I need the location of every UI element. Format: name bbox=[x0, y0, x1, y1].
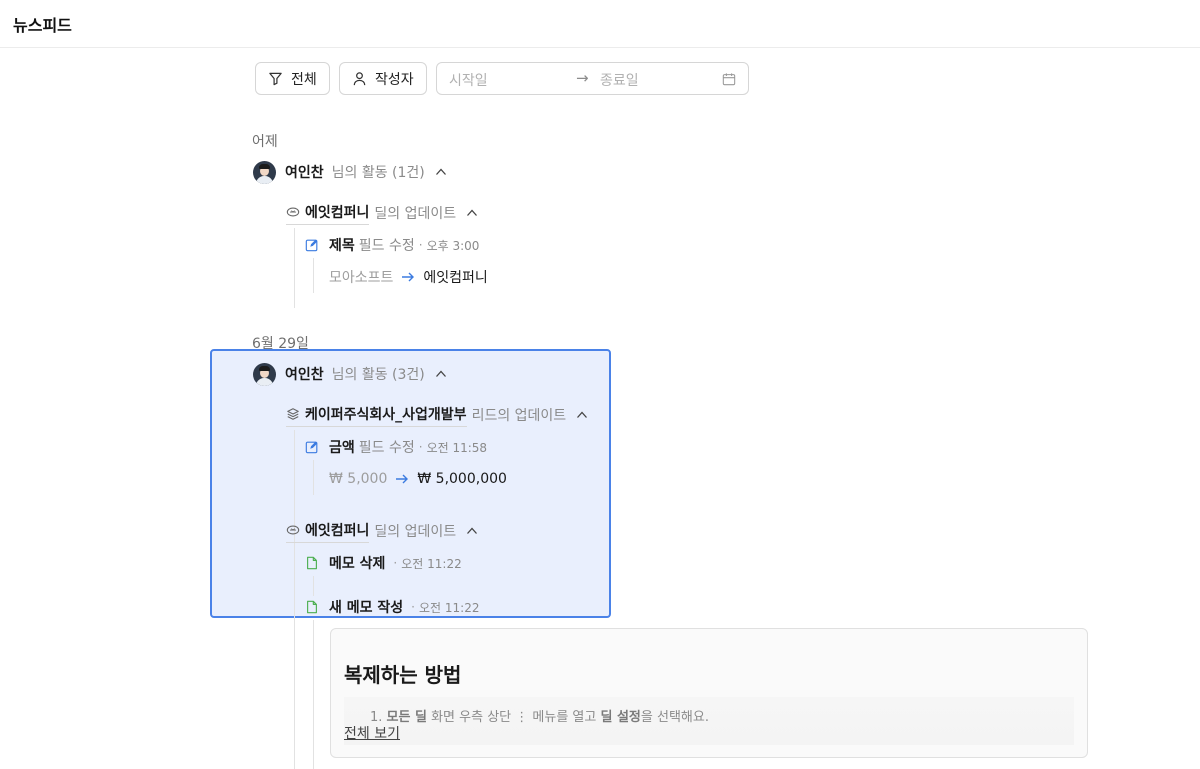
activity-field-name: 제목 bbox=[329, 238, 355, 254]
calendar-icon[interactable] bbox=[722, 72, 736, 86]
entity-name: 에잇컴퍼니 bbox=[305, 522, 370, 539]
arrow-right-icon bbox=[402, 272, 415, 282]
activity-item: 금액 필드 수정 · 오전 11:58 bbox=[305, 436, 487, 458]
activity-time: 오전 11:58 bbox=[426, 440, 488, 455]
memo-line: 1. 모든 딜 화면 우측 상단 ⋮ 메뉴를 열고 딜 설정을 선택해요. bbox=[370, 710, 709, 725]
arrow-right-icon bbox=[396, 474, 409, 484]
old-value: ₩ 5,000 bbox=[329, 471, 388, 487]
start-date-input[interactable]: 시작일 bbox=[449, 70, 488, 90]
edit-icon bbox=[305, 441, 318, 454]
filter-all-label: 전체 bbox=[291, 71, 317, 88]
separator-dot: · bbox=[418, 238, 423, 252]
end-date-input[interactable]: 종료일 bbox=[600, 70, 639, 90]
chevron-up-icon[interactable] bbox=[435, 166, 447, 178]
document-icon bbox=[307, 556, 317, 570]
layers-icon bbox=[287, 407, 299, 420]
user-name: 여인찬 bbox=[285, 165, 324, 181]
timeline-line bbox=[313, 576, 314, 596]
memo-title: 복제하는 방법 bbox=[344, 663, 462, 687]
timeline-line bbox=[313, 460, 314, 495]
person-icon bbox=[353, 72, 366, 86]
activity-item: 제목 필드 수정 · 오후 3:00 bbox=[305, 234, 479, 256]
entity-link[interactable]: 케이퍼주식회사_사업개발부 bbox=[286, 404, 467, 427]
entity-name: 에잇컴퍼니 bbox=[305, 204, 370, 221]
activity-item: 메모 삭제 · 오전 11:22 bbox=[305, 552, 462, 574]
avatar bbox=[253, 362, 276, 386]
entity-header[interactable]: 에잇컴퍼니 딜의 업데이트 bbox=[286, 519, 478, 543]
filter-all-button[interactable]: 전체 bbox=[255, 62, 330, 95]
activity-time: 오후 3:00 bbox=[426, 238, 480, 253]
date-range-picker[interactable]: 시작일 → 종료일 bbox=[436, 62, 749, 95]
handshake-icon bbox=[286, 207, 300, 216]
activity-field-name: 금액 bbox=[329, 440, 355, 456]
activity-time: 오전 11:22 bbox=[418, 600, 480, 615]
entity-name: 케이퍼주식회사_사업개발부 bbox=[305, 406, 467, 423]
chevron-up-icon[interactable] bbox=[466, 207, 478, 219]
entity-suffix: 리드의 업데이트 bbox=[471, 408, 567, 424]
user-activity-header[interactable]: 여인찬 님의 활동 (1건) bbox=[253, 160, 447, 184]
old-value: 모아소프트 bbox=[329, 270, 394, 286]
activity-name: 새 메모 작성 bbox=[329, 600, 404, 616]
entity-suffix: 딜의 업데이트 bbox=[374, 524, 457, 540]
arrow-right-icon: → bbox=[576, 69, 589, 87]
filter-icon bbox=[269, 72, 282, 86]
activity-summary: 님의 활동 (1건) bbox=[331, 165, 425, 181]
activity-summary: 님의 활동 (3건) bbox=[331, 367, 425, 383]
separator-dot: · bbox=[418, 440, 423, 454]
chevron-up-icon[interactable] bbox=[466, 525, 478, 537]
filter-author-button[interactable]: 작성자 bbox=[339, 62, 427, 95]
user-activity-header[interactable]: 여인찬 님의 활동 (3건) bbox=[253, 362, 447, 386]
user-name: 여인찬 bbox=[285, 367, 324, 383]
top-bar: 뉴스피드 bbox=[0, 0, 1200, 48]
field-change: ₩ 5,000 ₩ 5,000,000 bbox=[329, 468, 507, 490]
activity-type: 필드 수정 bbox=[358, 238, 415, 254]
activity-type: 필드 수정 bbox=[358, 440, 415, 456]
entity-header[interactable]: 케이퍼주식회사_사업개발부 리드의 업데이트 bbox=[286, 403, 588, 427]
entity-suffix: 딜의 업데이트 bbox=[374, 206, 457, 222]
page-title: 뉴스피드 bbox=[13, 16, 72, 35]
new-value: 에잇컴퍼니 bbox=[423, 270, 488, 286]
view-all-link[interactable]: 전체 보기 bbox=[344, 723, 400, 743]
memo-preview-card: 복제하는 방법 1. 모든 딜 화면 우측 상단 ⋮ 메뉴를 열고 딜 설정을 … bbox=[330, 628, 1088, 758]
activity-name: 메모 삭제 bbox=[329, 556, 386, 572]
activity-item: 새 메모 작성 · 오전 11:22 bbox=[305, 596, 479, 618]
entity-header[interactable]: 에잇컴퍼니 딜의 업데이트 bbox=[286, 201, 478, 225]
entity-link[interactable]: 에잇컴퍼니 bbox=[286, 202, 370, 225]
document-icon bbox=[307, 600, 317, 614]
timeline-line bbox=[294, 228, 295, 308]
field-change: 모아소프트 에잇컴퍼니 bbox=[329, 266, 488, 288]
chevron-up-icon[interactable] bbox=[435, 368, 447, 380]
separator-dot: · bbox=[411, 600, 415, 614]
edit-icon bbox=[305, 239, 318, 252]
entity-link[interactable]: 에잇컴퍼니 bbox=[286, 520, 370, 543]
memo-content-preview: 1. 모든 딜 화면 우측 상단 ⋮ 메뉴를 열고 딜 설정을 선택해요. bbox=[344, 697, 1074, 745]
timeline-line bbox=[313, 620, 314, 769]
timeline-line bbox=[294, 430, 295, 769]
new-value: ₩ 5,000,000 bbox=[417, 471, 507, 487]
chevron-up-icon[interactable] bbox=[576, 409, 588, 421]
date-label: 어제 bbox=[252, 134, 278, 150]
handshake-icon bbox=[286, 525, 300, 534]
activity-time: 오전 11:22 bbox=[401, 556, 462, 571]
separator-dot: · bbox=[393, 556, 398, 570]
timeline-line bbox=[313, 258, 314, 293]
filter-author-label: 작성자 bbox=[375, 71, 414, 88]
avatar bbox=[253, 160, 276, 184]
